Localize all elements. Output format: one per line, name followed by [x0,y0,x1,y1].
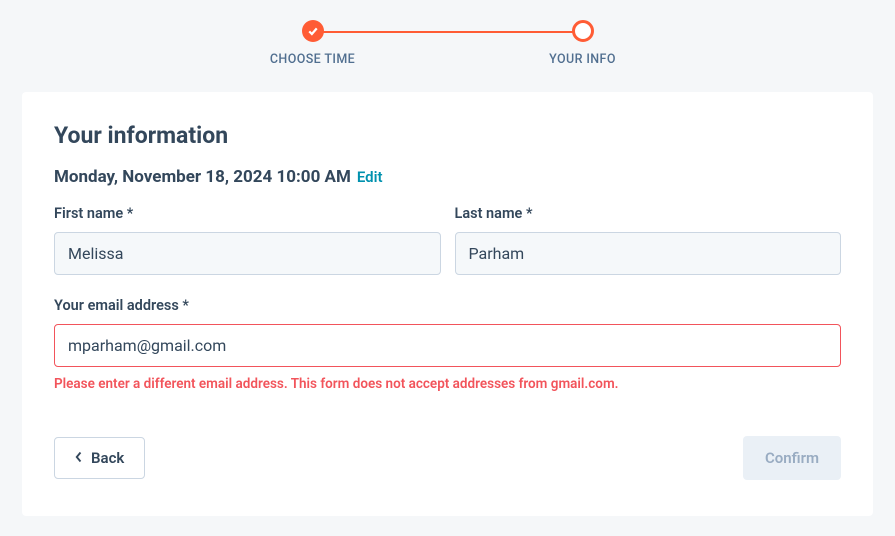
step-choose-time: CHOOSE TIME [178,20,448,67]
back-button-label: Back [91,449,124,467]
chevron-left-icon [75,449,83,467]
page-title: Your information [54,122,841,149]
check-icon [302,20,324,42]
step-connector [318,31,578,33]
confirm-button[interactable]: Confirm [743,436,841,480]
edit-link[interactable]: Edit [357,168,383,186]
email-error-message: Please enter a different email address. … [54,376,841,392]
back-button[interactable]: Back [54,437,145,479]
email-input[interactable] [54,324,841,367]
progress-stepper: CHOOSE TIME YOUR INFO [0,0,895,92]
confirm-button-label: Confirm [765,449,819,467]
first-name-label: First name * [54,205,441,222]
last-name-field-group: Last name * [455,205,842,275]
last-name-input[interactable] [455,232,842,275]
last-name-label: Last name * [455,205,842,222]
appointment-row: Monday, November 18, 2024 10:00 AM Edit [54,167,841,187]
form-actions: Back Confirm [54,436,841,480]
step-your-info: YOUR INFO [448,20,718,67]
email-field-group: Your email address * Please enter a diff… [54,297,841,392]
circle-icon [572,20,594,42]
form-card: Your information Monday, November 18, 20… [22,92,873,516]
step-label: CHOOSE TIME [270,52,355,67]
first-name-input[interactable] [54,232,441,275]
step-label: YOUR INFO [549,52,616,67]
first-name-field-group: First name * [54,205,441,275]
appointment-datetime: Monday, November 18, 2024 10:00 AM [54,167,351,187]
email-label: Your email address * [54,297,841,314]
